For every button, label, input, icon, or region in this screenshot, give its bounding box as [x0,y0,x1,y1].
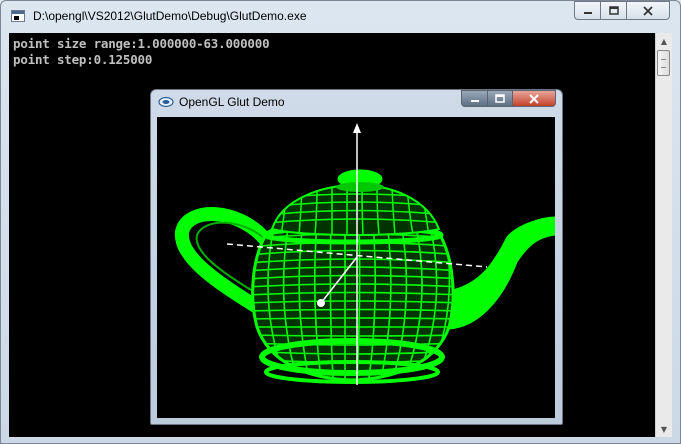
console-line: point step:0.125000 [13,52,153,67]
maximize-icon [495,93,505,103]
console-minimize-button[interactable] [574,1,600,20]
opengl-window-title: OpenGL Glut Demo [179,95,285,109]
opengl-window: OpenGL Glut Demo [150,89,563,425]
y-axis-arrow-icon [353,123,361,133]
opengl-maximize-button[interactable] [487,90,512,107]
console-close-button[interactable] [626,1,670,20]
scrollbar-thumb[interactable] [657,50,670,76]
z-axis-point [317,299,325,307]
close-icon [643,5,653,16]
opengl-render-area[interactable] [157,117,555,418]
console-title: D:\opengl\VS2012\GlutDemo\Debug\GlutDemo… [33,9,307,23]
console-maximize-button[interactable] [600,1,626,20]
opengl-close-button[interactable] [512,90,556,107]
console-title-bar[interactable]: D:\opengl\VS2012\GlutDemo\Debug\GlutDemo… [1,1,680,33]
console-scrollbar[interactable]: ▲ ▼ [655,33,672,437]
teapot-scene [174,123,555,385]
teapot-body [251,216,455,384]
minimize-icon [470,99,479,102]
console-caption-buttons [574,1,670,20]
opengl-window-icon [158,96,174,108]
close-icon [529,93,539,104]
teapot-spout [442,216,555,330]
scroll-up-icon[interactable]: ▲ [656,33,672,49]
minimize-icon [583,11,592,14]
scroll-down-icon[interactable]: ▼ [656,421,672,437]
console-icon [11,10,25,22]
opengl-caption-buttons [461,90,556,107]
console-line: point size range:1.000000-63.000000 [13,36,270,51]
opengl-minimize-button[interactable] [461,90,487,107]
maximize-icon [608,5,619,15]
